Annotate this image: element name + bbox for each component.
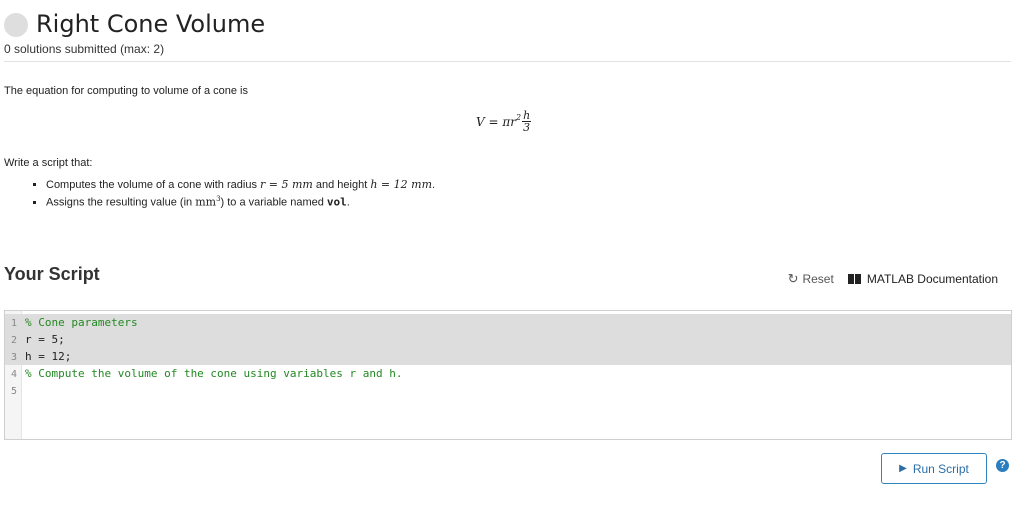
task-text: . xyxy=(346,196,350,209)
description-intro: The equation for computing to volume of … xyxy=(4,85,248,97)
height-math: h = 12 mm xyxy=(370,178,432,191)
code-text: r = 5; xyxy=(25,333,65,346)
code-text: h = 12; xyxy=(25,350,72,363)
task-text: Computes the volume of a cone with radiu… xyxy=(46,179,261,191)
help-icon[interactable]: ? xyxy=(996,459,1009,472)
book-icon xyxy=(847,274,861,284)
line-number: 4 xyxy=(10,369,17,380)
task-item: Assigns the resulting value (in mm3) to … xyxy=(46,195,435,209)
reset-button[interactable]: ↻ Reset xyxy=(788,271,834,287)
code-text: % Cone parameters xyxy=(25,316,138,329)
formula-fraction: h 3 xyxy=(522,110,532,134)
page-title: Right Cone Volume xyxy=(36,10,266,38)
play-icon: ▶ xyxy=(899,463,907,474)
task-text: and height xyxy=(312,179,371,191)
divider xyxy=(4,61,1011,62)
script-heading: Your Script xyxy=(4,264,100,284)
formula-denominator: 3 xyxy=(523,121,531,134)
task-text: ) to a variable named xyxy=(220,196,327,209)
task-intro: Write a script that: xyxy=(4,157,93,169)
code-line[interactable]: 3 h = 12; xyxy=(5,348,1011,365)
reset-label: Reset xyxy=(802,272,834,286)
status-indicator xyxy=(4,13,28,37)
run-script-label: Run Script xyxy=(912,461,969,476)
script-toolbar: ↻ Reset MATLAB Documentation xyxy=(788,271,998,287)
line-number: 5 xyxy=(10,386,17,397)
task-text: Assigns the resulting value (in xyxy=(46,196,196,209)
radius-math: r = 5 mm xyxy=(260,178,313,191)
task-text: . xyxy=(432,179,436,191)
line-number: 3 xyxy=(10,352,17,363)
formula-exponent: 2 xyxy=(515,113,522,122)
code-line[interactable]: 5 xyxy=(5,382,1011,399)
submission-count: 0 solutions submitted (max: 2) xyxy=(4,42,165,56)
matlab-documentation-link[interactable]: MATLAB Documentation xyxy=(847,272,998,286)
reset-icon: ↻ xyxy=(787,271,799,286)
formula-lhs: V = πr xyxy=(476,114,516,129)
task-item: Computes the volume of a cone with radiu… xyxy=(46,178,435,191)
run-script-button[interactable]: ▶ Run Script xyxy=(881,453,987,484)
task-list: Computes the volume of a cone with radiu… xyxy=(30,178,435,213)
unit-math: mm xyxy=(195,195,217,209)
docs-label: MATLAB Documentation xyxy=(866,272,998,286)
code-line[interactable]: 1 % Cone parameters xyxy=(5,314,1011,331)
variable-name: vol xyxy=(326,195,347,209)
line-number: 1 xyxy=(10,318,17,329)
code-line[interactable]: 2 r = 5; xyxy=(5,331,1011,348)
code-editor[interactable]: 1 % Cone parameters 2 r = 5; 3 h = 12; 4 % C… xyxy=(4,310,1012,440)
code-text: % Compute the volume of the cone using v… xyxy=(25,367,403,380)
cone-volume-formula: V = πr 2 h 3 xyxy=(476,110,532,134)
code-line[interactable]: 4 % Compute the volume of the cone using … xyxy=(5,365,1011,382)
line-number: 2 xyxy=(10,335,17,346)
